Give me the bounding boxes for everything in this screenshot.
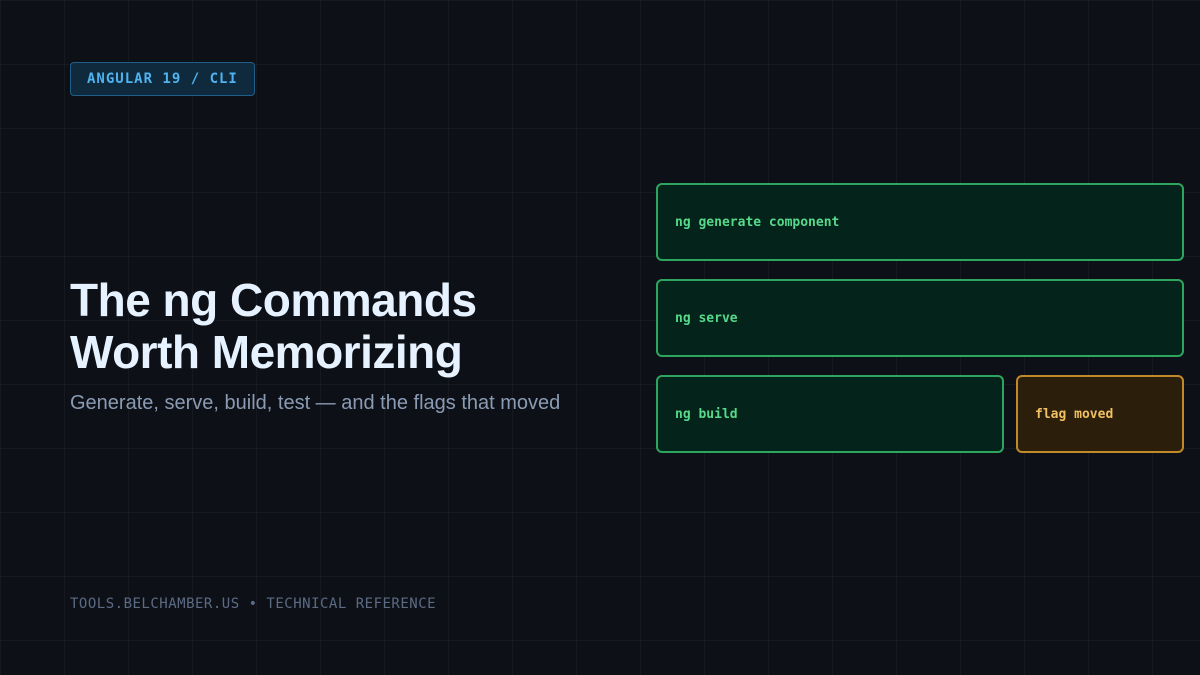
topic-badge: ANGULAR 19 / CLI	[70, 62, 255, 96]
page-subtitle: Generate, serve, build, test — and the f…	[70, 392, 561, 414]
flag-moved-badge: flag moved	[1016, 375, 1184, 453]
title-line-2: Worth Memorizing	[70, 326, 463, 378]
footer-credit: TOOLS.BELCHAMBER.US • TECHNICAL REFERENC…	[70, 596, 437, 612]
command-card-build: ng build	[656, 375, 1004, 453]
flag-moved-label: flag moved	[1035, 406, 1114, 422]
title-line-1: The ng Commands	[70, 274, 477, 326]
command-label: ng build	[675, 406, 738, 422]
command-card-serve: ng serve	[656, 279, 1184, 357]
command-label: ng serve	[675, 310, 738, 326]
command-card-generate: ng generate component	[656, 183, 1184, 261]
command-label: ng generate component	[675, 214, 840, 230]
page-title: The ng Commands Worth Memorizing	[70, 274, 630, 378]
